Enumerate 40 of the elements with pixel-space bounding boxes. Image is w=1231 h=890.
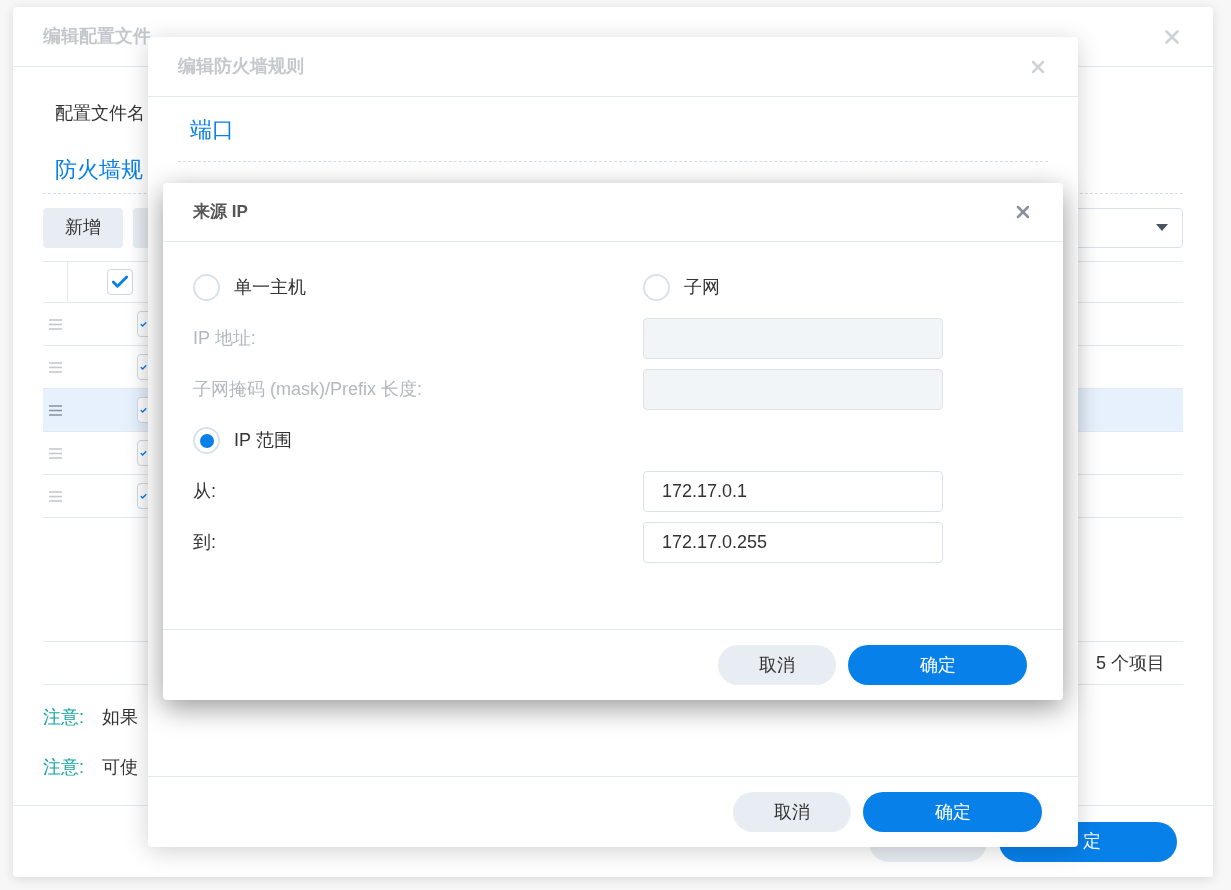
cancel-button[interactable]: 取消 — [733, 792, 851, 832]
field-label: 配置文件名 — [54, 101, 145, 125]
confirm-button[interactable]: 确定 — [848, 645, 1027, 685]
check-icon — [140, 449, 147, 457]
item-count: 5 个项目 — [1096, 651, 1165, 675]
drag-handle-icon[interactable] — [49, 361, 62, 373]
radio-label: 单一主机 — [234, 276, 306, 299]
note-text: 如果 — [102, 705, 138, 729]
note-text: 可使 — [102, 755, 138, 779]
check-icon — [140, 320, 147, 328]
caret-icon — [1156, 224, 1168, 231]
radio-button[interactable] — [193, 427, 220, 454]
dialog-title: 来源 IP — [193, 201, 248, 224]
section-title: 防火墙规 — [54, 159, 143, 181]
radio-button[interactable] — [643, 274, 670, 301]
note-label: 注意: — [43, 705, 84, 729]
drag-handle-icon[interactable] — [49, 447, 62, 459]
checkbox[interactable] — [107, 269, 133, 295]
check-icon — [140, 406, 147, 414]
cancel-button[interactable]: 取消 — [718, 645, 836, 685]
check-icon — [140, 363, 147, 371]
radio-label: 子网 — [684, 276, 720, 299]
check-icon — [140, 492, 147, 500]
radio-label: IP 范围 — [234, 429, 292, 452]
radio-button[interactable] — [193, 274, 220, 301]
field-label: 从: — [193, 480, 217, 503]
dialog-title: 编辑配置文件 — [43, 25, 151, 48]
dialog-title: 编辑防火墙规则 — [178, 55, 304, 78]
drag-handle-icon[interactable] — [49, 490, 62, 502]
add-button[interactable]: 新增 — [43, 207, 123, 248]
field-label: IP 地址: — [193, 327, 257, 350]
drag-handle-icon[interactable] — [49, 318, 62, 330]
confirm-button[interactable]: 确定 — [863, 792, 1042, 832]
field-label: 到: — [193, 531, 217, 554]
field-label: 子网掩码 (mask)/Prefix 长度: — [193, 378, 423, 401]
input-field[interactable]: 172.17.0.1 — [643, 471, 943, 512]
note-label: 注意: — [43, 755, 84, 779]
section-title: 端口 — [189, 115, 234, 144]
input-field[interactable]: 172.17.0.255 — [643, 522, 943, 563]
drag-handle-icon[interactable] — [49, 404, 62, 416]
